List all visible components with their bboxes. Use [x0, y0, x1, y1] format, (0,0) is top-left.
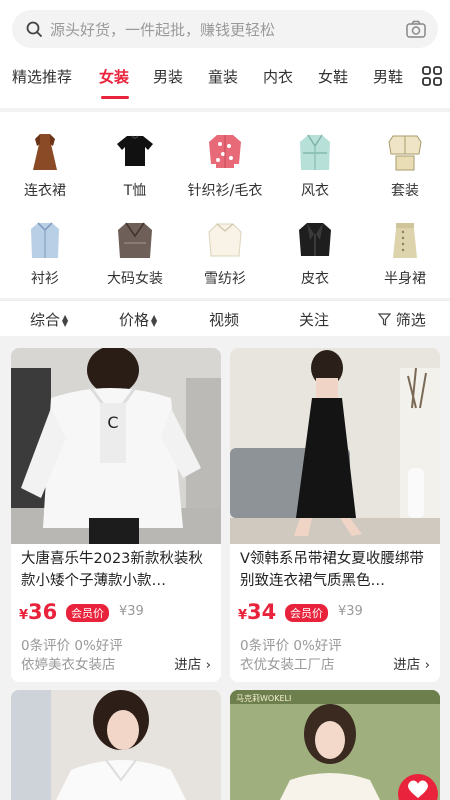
category-label: 皮衣 — [301, 271, 329, 287]
sort-arrows-icon: ▲ ▼ — [62, 312, 69, 328]
category-label: 风衣 — [301, 183, 329, 199]
skirt-thumbnail — [393, 223, 417, 258]
product-card[interactable]: C 大唐喜乐牛2023新款秋装秋款小矮个子薄款小款… ¥36 会员价 ¥39 0… — [11, 348, 221, 682]
favorite-button[interactable] — [398, 774, 438, 800]
sort-follow[interactable]: 关注 — [299, 309, 329, 330]
category-skirt[interactable]: 半身裙 — [360, 210, 450, 294]
product-image — [11, 690, 221, 800]
price-symbol: ¥ — [238, 608, 248, 623]
product-price: ¥36 — [19, 600, 57, 624]
product-image: C — [11, 348, 221, 544]
product-card[interactable]: V领韩系吊带裙女夏收腰绑带别致连衣裙气质黑色… ¥34 会员价 ¥39 0条评价… — [230, 348, 440, 682]
shop-name[interactable]: 依婷美衣女装店 — [21, 653, 116, 673]
tab-womens[interactable]: 女装 — [99, 66, 129, 87]
svg-text:C: C — [107, 413, 118, 432]
filter-button[interactable]: 筛选 — [377, 309, 426, 330]
review-summary: 0条评价 0%好评 — [240, 638, 342, 654]
category-label: 套装 — [391, 183, 419, 199]
category-label: 连衣裙 — [24, 183, 66, 199]
tab-kids[interactable]: 童装 — [208, 66, 238, 87]
search-input[interactable]: 源头好货，一件起批，赚钱更轻松 — [50, 19, 275, 40]
suit-set-thumbnail — [388, 135, 422, 171]
sort-video[interactable]: 视频 — [209, 309, 239, 330]
product-card[interactable] — [11, 690, 221, 800]
tab-featured[interactable]: 精选推荐 — [12, 66, 72, 87]
product-price: ¥34 — [238, 600, 276, 624]
product-title[interactable]: 大唐喜乐牛2023新款秋装秋款小矮个子薄款小款… — [21, 548, 217, 592]
sort-comprehensive-label: 综合 — [30, 311, 61, 329]
category-shirt[interactable]: 衬衫 — [0, 210, 90, 294]
member-price-badge: 会员价 — [66, 604, 109, 622]
category-label: 雪纺衫 — [204, 271, 246, 287]
price-value: 34 — [247, 600, 277, 624]
category-plus-size[interactable]: 大码女装 — [90, 210, 180, 294]
category-label: 衬衫 — [31, 271, 59, 287]
cardigan-thumbnail — [209, 135, 241, 168]
original-price: ¥39 — [119, 604, 144, 619]
heart-icon — [408, 780, 428, 798]
header: 源头好货，一件起批，赚钱更轻松 精选推荐 女装 男装 童装 内衣 女鞋 男鞋 — [0, 0, 450, 108]
enter-shop-link[interactable]: 进店 › — [393, 653, 430, 673]
search-icon — [26, 21, 42, 37]
category-suit-set[interactable]: 套装 — [360, 122, 450, 206]
category-trenchcoat[interactable]: 风衣 — [270, 122, 360, 206]
trenchcoat-thumbnail — [300, 134, 330, 170]
product-image — [230, 348, 440, 544]
leather-jacket-thumbnail — [299, 223, 331, 256]
category-chiffon[interactable]: 雪纺衫 — [180, 210, 270, 294]
filter-label: 筛选 — [395, 311, 426, 329]
category-label: T恤 — [123, 183, 147, 199]
sort-price-label: 价格 — [119, 311, 150, 329]
price-value: 36 — [28, 600, 58, 624]
category-tabs: 精选推荐 女装 男装 童装 内衣 女鞋 男鞋 — [0, 58, 450, 102]
category-dress[interactable]: 连衣裙 — [0, 122, 90, 206]
tab-womens-shoes[interactable]: 女鞋 — [318, 66, 348, 87]
plus-size-thumbnail — [118, 222, 152, 258]
tab-mens[interactable]: 男装 — [153, 66, 183, 87]
filter-icon — [377, 313, 392, 326]
tab-mens-shoes[interactable]: 男鞋 — [373, 66, 403, 87]
category-tshirt[interactable]: T恤 — [90, 122, 180, 206]
member-price-badge: 会员价 — [285, 604, 328, 622]
camera-icon[interactable] — [406, 20, 426, 38]
category-knitwear[interactable]: 针织衫/毛衣 — [180, 122, 270, 206]
tshirt-thumbnail — [117, 135, 153, 166]
shop-name[interactable]: 衣优女装工厂店 — [240, 653, 335, 673]
category-leather-jacket[interactable]: 皮衣 — [270, 210, 360, 294]
sort-arrows-icon: ▲ ▼ — [151, 312, 158, 328]
enter-shop-link[interactable]: 进店 › — [174, 653, 211, 673]
review-summary: 0条评价 0%好评 — [21, 638, 123, 654]
sort-price[interactable]: 价格 ▲ ▼ — [119, 309, 157, 330]
search-bar[interactable]: 源头好货，一件起批，赚钱更轻松 — [12, 10, 438, 48]
active-tab-indicator — [101, 96, 129, 99]
dress-thumbnail — [33, 134, 57, 170]
product-title[interactable]: V领韩系吊带裙女夏收腰绑带别致连衣裙气质黑色… — [240, 548, 436, 592]
svg-text:马克莉WOKELI: 马克莉WOKELI — [236, 693, 291, 703]
category-label: 大码女装 — [107, 271, 163, 287]
sort-comprehensive[interactable]: 综合 ▲ ▼ — [30, 309, 68, 330]
grid-menu-icon[interactable] — [422, 66, 442, 86]
tab-underwear[interactable]: 内衣 — [263, 66, 293, 87]
category-label: 针织衫/毛衣 — [187, 183, 263, 199]
chiffon-thumbnail — [208, 223, 242, 257]
category-label: 半身裙 — [384, 271, 426, 287]
shirt-thumbnail — [31, 222, 59, 258]
price-symbol: ¥ — [19, 608, 29, 623]
original-price: ¥39 — [338, 604, 363, 619]
subcategory-grid: 连衣裙 T恤 针织衫/毛衣 风衣 套装 衬衫 大码女装 雪纺衫 皮衣 半身裙 — [0, 112, 450, 298]
sort-bar: 综合 ▲ ▼ 价格 ▲ ▼ 视频 关注 筛选 — [0, 300, 450, 336]
